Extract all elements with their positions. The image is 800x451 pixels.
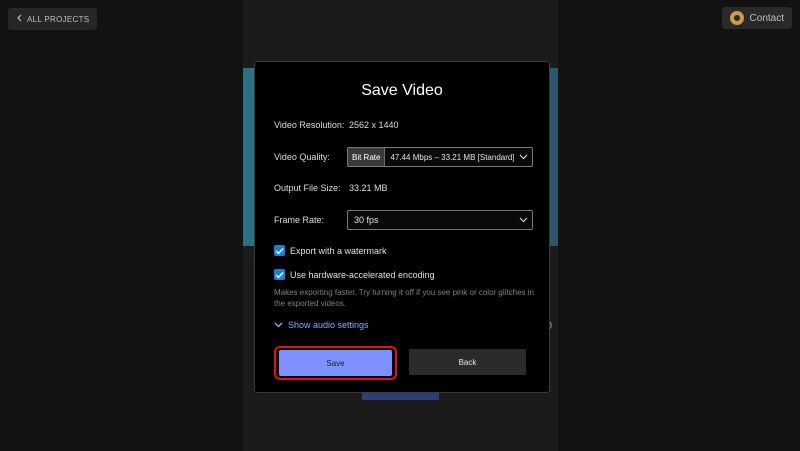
audio-settings-label: Show audio settings [288,320,369,330]
video-quality-value: 47.44 Mbps – 33.21 MB [Standard] [390,152,514,162]
chevron-down-icon [514,211,532,229]
dialog-title: Save Video [361,82,443,99]
quality-label: Video Quality: [274,152,330,162]
frame-rate-label: Frame Rate: [274,215,325,225]
save-video-dialog: Save Video Video Resolution: 2562 x 1440… [254,61,550,393]
contact-button[interactable]: Contact [721,7,792,29]
hw-encoding-option[interactable]: Use hardware-accelerated encoding [274,269,435,280]
chevron-down-icon [274,320,283,330]
video-quality-select[interactable]: Bit Rate 47.44 Mbps – 33.21 MB [Standard… [347,147,533,167]
all-projects-button[interactable]: ALL PROJECTS [8,8,98,30]
back-button[interactable]: Back [409,349,526,375]
chevron-left-icon [16,14,23,24]
chevron-down-icon [514,148,532,166]
contact-label: Contact [749,12,784,24]
resolution-value: 2562 x 1440 [349,120,399,130]
watermark-label: Export with a watermark [290,245,387,256]
file-size-label: Output File Size: [274,183,341,193]
frame-rate-value: 30 fps [354,215,379,225]
bitrate-mode-tag[interactable]: Bit Rate [348,148,386,166]
hw-encoding-hint: Makes exporting faster. Try turning it o… [274,288,534,308]
watermark-option[interactable]: Export with a watermark [274,245,387,256]
frame-rate-select[interactable]: 30 fps [347,210,533,230]
contact-avatar-icon [729,11,744,25]
watermark-checkbox[interactable] [274,245,285,256]
show-audio-settings-link[interactable]: Show audio settings [274,320,369,330]
all-projects-label: ALL PROJECTS [27,14,90,24]
hw-encoding-checkbox[interactable] [274,269,285,280]
save-button[interactable]: Save [279,350,392,376]
resolution-label: Video Resolution: [274,120,345,130]
file-size-value: 33.21 MB [349,183,388,193]
hw-encoding-label: Use hardware-accelerated encoding [290,269,435,280]
